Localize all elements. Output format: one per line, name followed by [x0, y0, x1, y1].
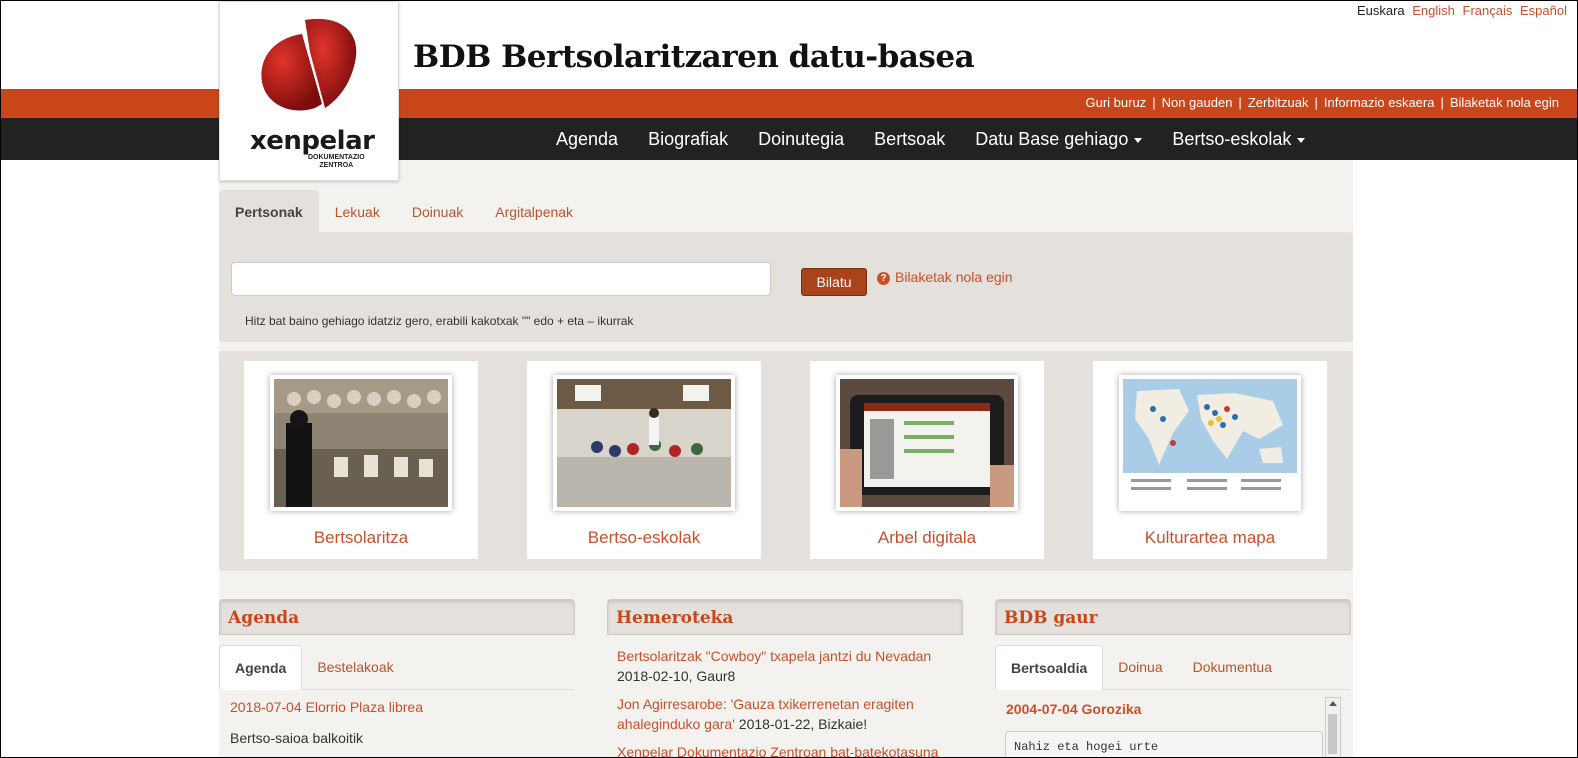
browser-viewport: Euskara English Français Español BDB Ber…	[0, 0, 1578, 758]
nav-datu-base-gehiago[interactable]: Datu Base gehiago	[960, 118, 1157, 160]
tab-doinuak[interactable]: Doinuak	[396, 190, 479, 232]
tab-pertsonak[interactable]: Pertsonak	[219, 190, 319, 232]
card-kulturartea-mapa-label: Kulturartea mapa	[1144, 528, 1276, 547]
bdb-gaur-title: BDB gaur	[1004, 608, 1098, 628]
bertso-eskolak-photo	[553, 375, 735, 511]
language-switcher: Euskara English Français Español	[1353, 3, 1567, 18]
hemeroteka-panel: Hemeroteka Bertsolaritzak "Cowboy" txape…	[607, 599, 963, 757]
hemeroteka-article-meta: 2018-02-10, Gaur8	[617, 668, 736, 684]
tab-bertsoaldia[interactable]: Bertsoaldia	[995, 645, 1104, 690]
hemeroteka-article-meta: 2018-01-22, Bizkaie!	[738, 716, 868, 732]
hemeroteka-article-link[interactable]: Jon Agirresarobe: 'Gauza txikerrenetan e…	[617, 696, 914, 712]
nav-biografiak[interactable]: Biografiak	[633, 118, 743, 160]
tab-bestelakoak[interactable]: Bestelakoak	[302, 645, 408, 689]
search-panel: Bilatu ? Bilaketak nola egin Hitz bat bai…	[219, 232, 1353, 342]
verse-box: Nahiz eta hogei urte	[1005, 731, 1323, 757]
scroll-thumb[interactable]	[1328, 714, 1337, 754]
site-title[interactable]: BDB Bertsolaritzaren datu-basea	[413, 39, 975, 75]
card-bertsolaritza-label: Bertsolaritza	[313, 528, 409, 547]
kulturartea-mapa-photo	[1119, 375, 1301, 511]
link-bilaketak-nola-egin[interactable]: Bilaketak nola egin	[1450, 95, 1559, 110]
logo-name: xenpelar	[250, 126, 375, 156]
search-button[interactable]: Bilatu	[801, 268, 867, 296]
question-circle-icon: ?	[877, 272, 890, 285]
nav-agenda[interactable]: Agenda	[541, 118, 633, 160]
tab-agenda[interactable]: Agenda	[219, 645, 303, 690]
link-guri-buruz[interactable]: Guri buruz	[1085, 95, 1146, 110]
tab-argitalpenak[interactable]: Argitalpenak	[479, 190, 589, 232]
search-help-label: Bilaketak nola egin	[895, 269, 1013, 285]
lang-francais[interactable]: Français	[1463, 3, 1513, 18]
link-non-gauden[interactable]: Non gauden	[1162, 95, 1233, 110]
link-zerbitzuak[interactable]: Zerbitzuak	[1248, 95, 1309, 110]
agenda-panel-header: Agenda	[219, 599, 575, 635]
tab-dokumentua[interactable]: Dokumentua	[1178, 645, 1287, 689]
card-bertso-eskolak-label: Bertso-eskolak	[587, 528, 701, 547]
tab-doinua[interactable]: Doinua	[1103, 645, 1177, 689]
hemeroteka-article-link[interactable]: Bertsolaritzak "Cowboy" txapela jantzi d…	[617, 648, 931, 664]
card-arbel-digitala[interactable]: Arbel digitala	[810, 361, 1044, 559]
agenda-tabs: Agenda Bestelakoak	[219, 645, 575, 690]
nav-bertso-eskolak[interactable]: Bertso-eskolak	[1157, 118, 1320, 160]
logo-subtitle: DOKUMENTAZIO ZENTROA	[308, 154, 365, 169]
bertsoaldia-heading[interactable]: 2004-07-04 Gorozika	[1006, 701, 1141, 717]
bertsolaritza-image-icon	[274, 379, 448, 507]
xenpelar-logo[interactable]: xenpelar DOKUMENTAZIO ZENTROA	[219, 1, 399, 181]
arbel-digitala-image-icon	[840, 379, 1014, 507]
arbel-digitala-photo	[836, 375, 1018, 511]
kulturartea-map-icon	[1123, 379, 1297, 507]
card-kulturartea-mapa[interactable]: Kulturartea mapa	[1093, 361, 1327, 559]
caret-down-icon	[1134, 137, 1143, 143]
agenda-event-link[interactable]: 2018-07-04 Elorrio Plaza librea	[230, 699, 423, 715]
card-bertso-eskolak[interactable]: Bertso-eskolak	[527, 361, 761, 559]
bertsolaritza-photo	[270, 375, 452, 511]
bertso-eskolak-image-icon	[557, 379, 731, 507]
nav-bertsoak[interactable]: Bertsoak	[859, 118, 960, 160]
card-arbel-digitala-label: Arbel digitala	[877, 528, 977, 547]
nav-bertso-eskolak-label: Bertso-eskolak	[1172, 129, 1292, 149]
card-bertsolaritza[interactable]: Bertsolaritza	[244, 361, 478, 559]
search-tabs: Pertsonak Lekuak Doinuak Argitalpenak	[219, 190, 589, 232]
nav-datu-base-label: Datu Base gehiago	[975, 129, 1129, 149]
hemeroteka-article-line2: ahaleginduko gara' 2018-01-22, Bizkaie!	[617, 716, 867, 732]
bdb-gaur-tabs: Bertsoaldia Doinua Dokumentua	[995, 645, 1351, 690]
link-informazio-eskaera[interactable]: Informazio eskaera	[1324, 95, 1435, 110]
search-help-link[interactable]: ? Bilaketak nola egin	[877, 269, 1013, 285]
agenda-event-desc: Bertso-saioa balkoitik	[230, 730, 364, 746]
tab-lekuak[interactable]: Lekuak	[319, 190, 396, 232]
caret-down-icon	[1297, 137, 1306, 143]
search-input[interactable]	[231, 262, 771, 296]
feature-cards: Bertsolaritza Bertso-eskolak Arbel digit…	[219, 351, 1353, 571]
verse-scrollbar[interactable]	[1325, 697, 1341, 757]
hemeroteka-article-link-cont[interactable]: ahaleginduko gara'	[617, 716, 735, 732]
bdb-gaur-panel: BDB gaur Bertsoaldia Doinua Dokumentua 2…	[995, 599, 1351, 757]
hemeroteka-title: Hemeroteka	[616, 608, 734, 628]
agenda-title: Agenda	[228, 608, 300, 628]
hemeroteka-panel-header: Hemeroteka	[607, 599, 963, 635]
logo-mark-icon	[261, 18, 357, 111]
scroll-up-icon[interactable]	[1329, 701, 1337, 706]
lang-english[interactable]: English	[1412, 3, 1455, 18]
bdb-gaur-panel-header: BDB gaur	[995, 599, 1351, 635]
lang-espanol[interactable]: Español	[1520, 3, 1567, 18]
search-hint: Hitz bat baino gehiago idatziz gero, era…	[245, 314, 634, 328]
nav-doinutegia[interactable]: Doinutegia	[743, 118, 859, 160]
agenda-panel: Agenda Agenda Bestelakoak 2018-07-04 Elo…	[219, 599, 575, 757]
hemeroteka-article-link[interactable]: Xenpelar Dokumentazio Zentroan bat-batek…	[617, 744, 938, 757]
lang-euskara[interactable]: Euskara	[1357, 3, 1405, 18]
